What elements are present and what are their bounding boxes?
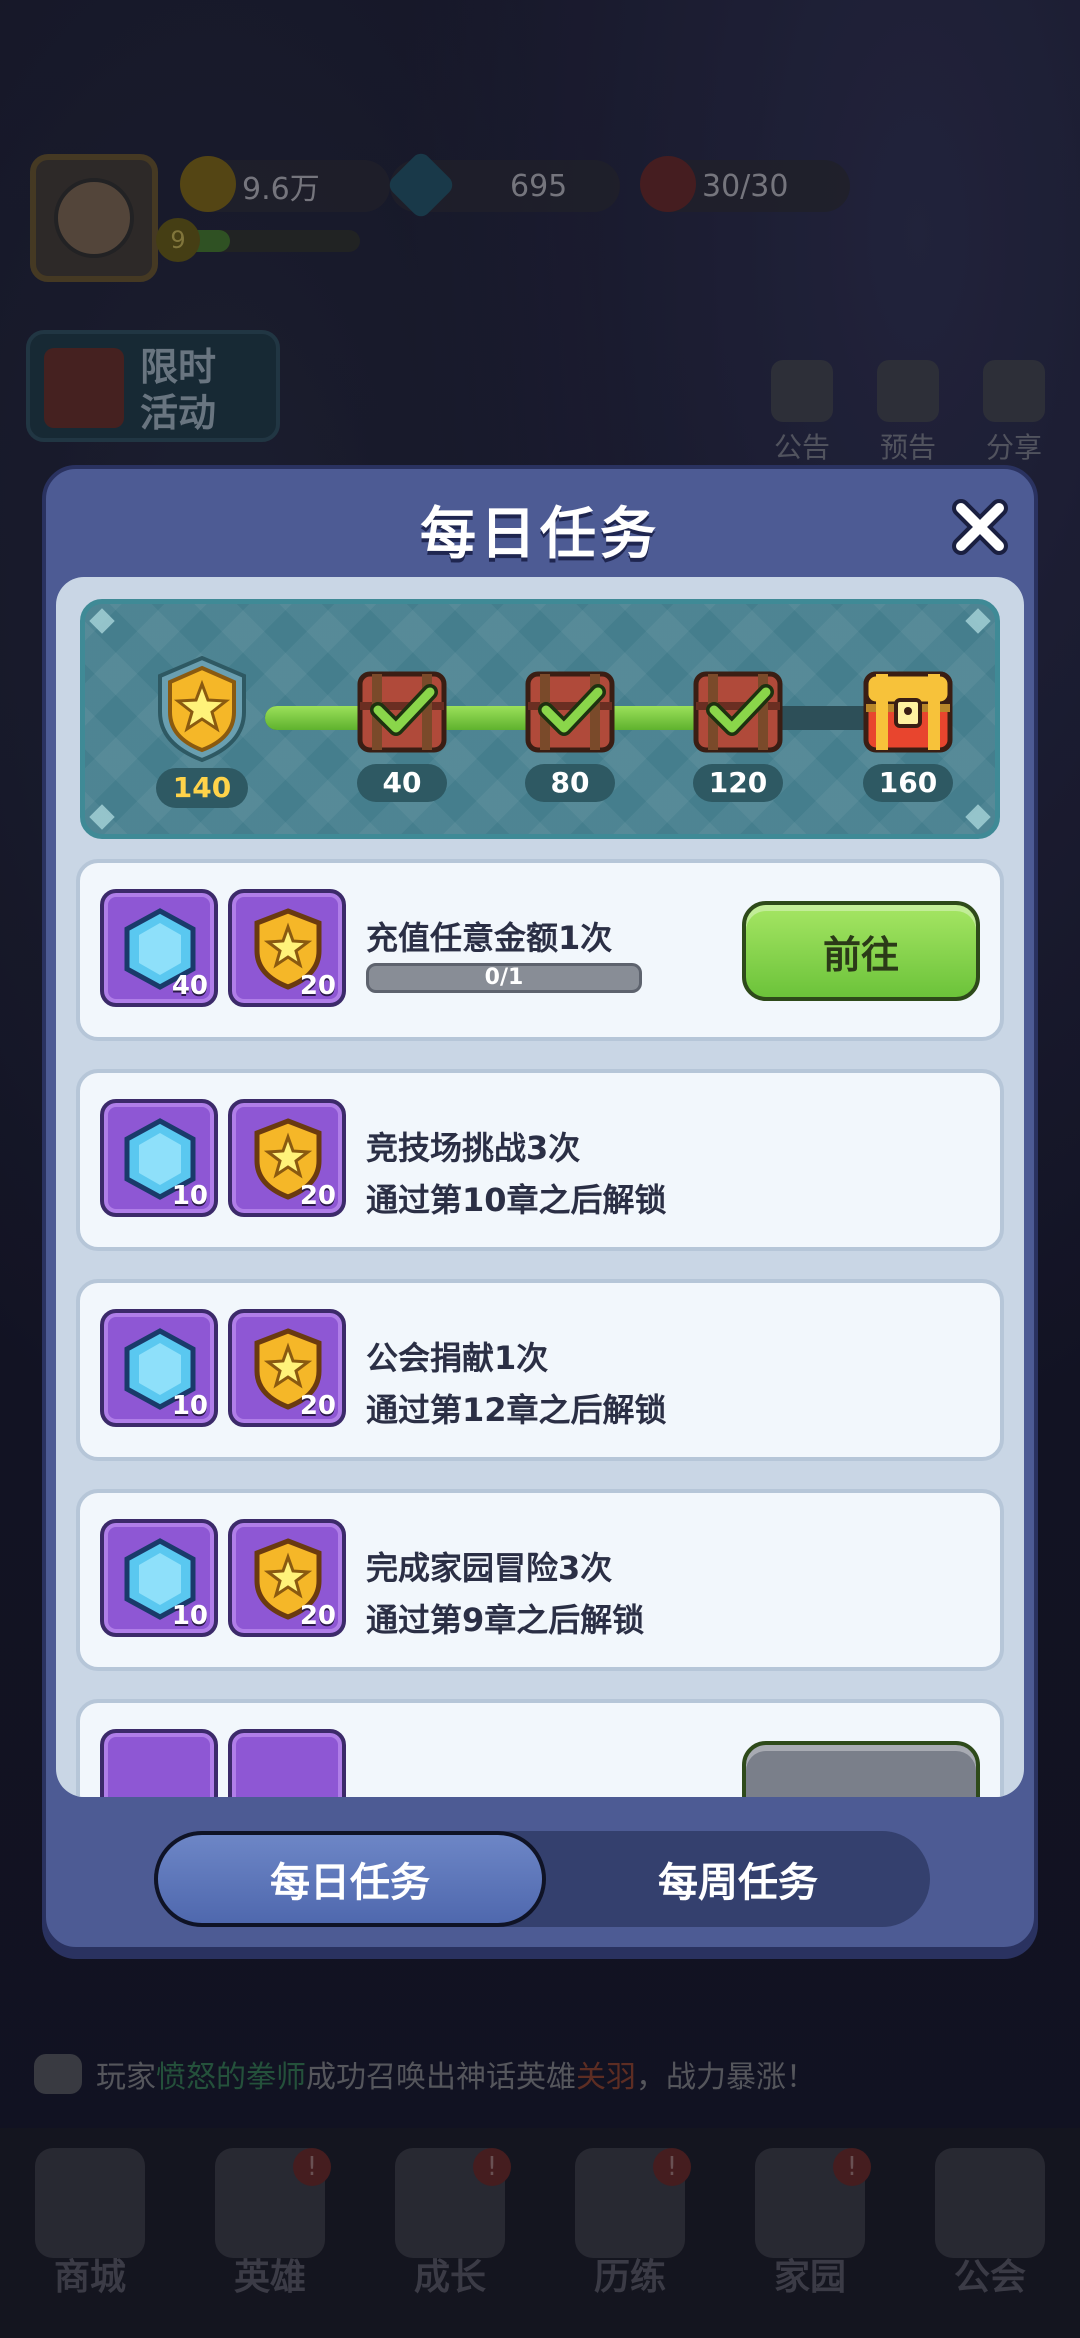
task-progress-bar: 0/1 [366, 963, 642, 993]
gem-reward[interactable]: 10 [100, 1519, 218, 1637]
claimed-chest-icon [354, 666, 450, 756]
task-row: 40 20 充值任意金额1次 0/1 前往 [76, 859, 1004, 1041]
unlock-requirement: 通过第10章之后解锁 [366, 1181, 667, 1219]
reward-qty: 40 [171, 971, 208, 1001]
points-progress-fill [265, 706, 752, 730]
unlock-requirement: 通过第12章之后解锁 [366, 1391, 667, 1429]
modal-content: 140 40 80 120 160 40 20 充值任意金额1次 0/1 前往 … [56, 577, 1024, 1797]
milestone-value: 80 [525, 764, 615, 802]
task-tabs: 每日任务 每周任务 [154, 1831, 930, 1927]
milestone-chest[interactable]: 160 [853, 666, 963, 802]
milestone-chest[interactable]: 40 [347, 666, 457, 802]
modal-title: 每日任务 [420, 502, 660, 567]
corner-ornament [965, 804, 991, 830]
task-row: 10 20 完成家园冒险3次 通过第9章之后解锁 [76, 1489, 1004, 1671]
task-row [76, 1699, 1004, 1797]
milestone-chest[interactable]: 120 [683, 666, 793, 802]
task-name: 充值任意金额1次 [366, 919, 613, 957]
milestone-chest[interactable]: 80 [515, 666, 625, 802]
star-shield-icon [158, 655, 246, 763]
points-reward[interactable]: 20 [228, 1099, 346, 1217]
points-reward[interactable]: 20 [228, 1519, 346, 1637]
tab-weekly-tasks[interactable]: 每周任务 [546, 1831, 930, 1927]
reward-qty: 10 [171, 1601, 208, 1631]
tab-daily-tasks[interactable]: 每日任务 [154, 1831, 546, 1927]
task-list[interactable]: 40 20 充值任意金额1次 0/1 前往 10 20 竞技场挑战3次 通过第1… [76, 859, 1004, 1797]
reward-qty: 20 [299, 1601, 336, 1631]
gem-reward[interactable]: 10 [100, 1099, 218, 1217]
corner-ornament [89, 804, 115, 830]
current-points: 140 [156, 768, 248, 808]
reward-qty: 20 [299, 971, 336, 1001]
gem-reward[interactable] [100, 1729, 218, 1797]
task-name: 竞技场挑战3次 [366, 1129, 581, 1167]
task-row: 10 20 竞技场挑战3次 通过第10章之后解锁 [76, 1069, 1004, 1251]
claimed-chest-icon [522, 666, 618, 756]
gem-reward[interactable]: 10 [100, 1309, 218, 1427]
milestone-value: 160 [863, 764, 953, 802]
current-points-badge: 140 [137, 654, 267, 808]
task-name: 公会捐献1次 [366, 1339, 549, 1377]
points-reward[interactable]: 20 [228, 1309, 346, 1427]
task-row: 10 20 公会捐献1次 通过第12章之后解锁 [76, 1279, 1004, 1461]
claimed-chest-icon [690, 666, 786, 756]
reward-qty: 20 [299, 1181, 336, 1211]
corner-ornament [89, 608, 115, 634]
go-button[interactable]: 前往 [742, 901, 980, 1001]
gold-chest-icon [860, 666, 956, 756]
milestone-value: 120 [693, 764, 783, 802]
task-name: 完成家园冒险3次 [366, 1549, 613, 1587]
gem-reward[interactable]: 40 [100, 889, 218, 1007]
unlock-requirement: 通过第9章之后解锁 [366, 1601, 645, 1639]
reward-qty: 10 [171, 1181, 208, 1211]
close-button[interactable] [948, 495, 1012, 559]
corner-ornament [965, 608, 991, 634]
points-reward[interactable] [228, 1729, 346, 1797]
reward-qty: 10 [171, 1391, 208, 1421]
daily-tasks-modal: 每日任务 140 40 80 120 160 40 20 充值任意金额1次 0/… [42, 465, 1038, 1951]
milestone-value: 40 [357, 764, 447, 802]
points-reward[interactable]: 20 [228, 889, 346, 1007]
close-icon [952, 499, 1008, 555]
reward-qty: 20 [299, 1391, 336, 1421]
task-button[interactable] [742, 1741, 980, 1797]
points-progress-panel: 140 40 80 120 160 [80, 599, 1000, 839]
